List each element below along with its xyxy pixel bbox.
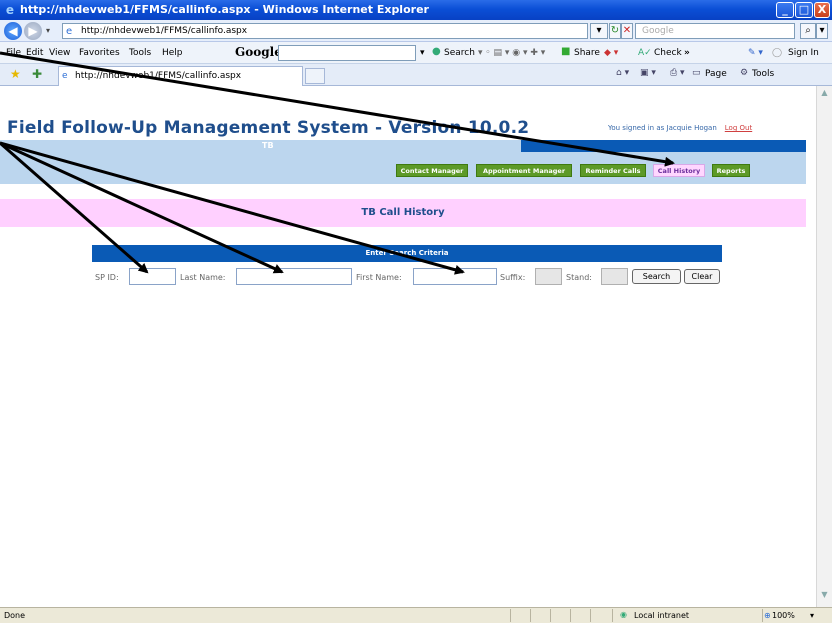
sp-id-label: SP ID:: [95, 273, 119, 282]
status-bar: Done ◉ Local intranet ⊕ 100% ▾: [0, 607, 832, 623]
share-icon: ■: [561, 46, 571, 57]
address-url: http://nhdevweb1/FFMS/callinfo.aspx: [81, 26, 248, 36]
clear-button[interactable]: Clear: [684, 269, 720, 284]
security-zone: Local intranet: [634, 611, 690, 620]
google-search-button[interactable]: Search: [444, 48, 475, 58]
status-divider: [612, 609, 613, 622]
window-title: http://nhdevweb1/FFMS/callinfo.aspx - Wi…: [20, 3, 429, 16]
signed-in-text: You signed in as Jacquie Hogan: [608, 124, 717, 132]
google-search-icon: ●: [432, 46, 441, 57]
spellcheck-icon: A✓: [638, 48, 652, 58]
menu-edit[interactable]: Edit: [26, 48, 43, 58]
sp-id-input[interactable]: [129, 268, 176, 285]
page-menu[interactable]: Page: [705, 69, 727, 79]
section-label: TB: [262, 141, 274, 150]
nav-contact-manager[interactable]: Contact Manager: [396, 164, 468, 177]
tools-menu[interactable]: Tools: [752, 69, 774, 79]
tab-label: http://nhdevweb1/FFMS/callinfo.aspx: [75, 71, 242, 81]
section-band-dark: [521, 140, 806, 152]
app-title: Field Follow-Up Management System - Vers…: [7, 118, 530, 138]
add-favorites-icon[interactable]: ✚: [32, 67, 42, 81]
signin-icon: ◯: [772, 48, 783, 58]
status-divider: [590, 609, 591, 622]
menu-file[interactable]: File: [6, 48, 21, 58]
tab-page-icon: e: [62, 71, 68, 81]
status-divider: [510, 609, 511, 622]
maximize-button[interactable]: □: [795, 2, 813, 18]
search-criteria-header: Enter Search Criteria: [92, 245, 722, 262]
browser-search-input[interactable]: Google: [635, 23, 795, 39]
menu-view[interactable]: View: [49, 48, 70, 58]
vertical-scrollbar[interactable]: ▲ ▼: [816, 86, 832, 607]
status-divider: [550, 609, 551, 622]
favorites-star-icon[interactable]: ★: [10, 67, 21, 81]
print-icon[interactable]: ⎙ ▾: [670, 68, 685, 78]
share-button[interactable]: Share: [574, 48, 600, 58]
last-name-label: Last Name:: [180, 273, 226, 282]
forward-button[interactable]: ▶: [24, 22, 42, 40]
suffix-label: Suffix:: [500, 273, 526, 282]
close-button[interactable]: X: [814, 2, 830, 18]
zoom-level[interactable]: 100%: [772, 611, 795, 620]
ie-icon: e: [5, 3, 15, 17]
menu-favorites[interactable]: Favorites: [79, 48, 120, 58]
address-dropdown-icon[interactable]: ▾: [590, 23, 608, 39]
google-search-dropdown-icon[interactable]: ▾: [420, 48, 425, 58]
address-input[interactable]: e http://nhdevweb1/FFMS/callinfo.aspx: [62, 23, 588, 39]
sign-in-link[interactable]: Sign In: [788, 48, 819, 58]
check-button[interactable]: Check: [654, 48, 682, 58]
tools-menu-icon: ⚙: [740, 68, 749, 78]
google-logo: Google: [235, 45, 282, 59]
scroll-up-icon[interactable]: ▲: [819, 88, 830, 101]
address-toolbar: ◀ ▶ ▾ e http://nhdevweb1/FFMS/callinfo.a…: [0, 20, 832, 42]
toolbar-extra-icons[interactable]: ▾ ◦ ▤ ▾ ◉ ▾ ✚ ▾: [478, 48, 545, 58]
first-name-label: First Name:: [356, 273, 402, 282]
window-title-bar: e http://nhdevweb1/FFMS/callinfo.aspx - …: [0, 0, 832, 20]
page-header: TB Call History: [0, 199, 806, 227]
logout-link[interactable]: Log Out: [725, 124, 752, 132]
menu-bar: File Edit View Favorites Tools Help Goog…: [0, 42, 832, 64]
feeds-icon[interactable]: ▣ ▾: [640, 68, 656, 78]
status-divider: [530, 609, 531, 622]
zoom-dropdown-icon[interactable]: ▾: [810, 611, 814, 620]
wrench-icon[interactable]: ✎ ▾: [748, 48, 763, 58]
back-button[interactable]: ◀: [4, 22, 22, 40]
tab-bar: ★ ✚ e http://nhdevweb1/FFMS/callinfo.asp…: [0, 64, 832, 86]
stand-input[interactable]: [601, 268, 628, 285]
zoom-icon: ⊕: [764, 611, 771, 620]
status-divider: [570, 609, 571, 622]
more-button[interactable]: »: [684, 48, 690, 58]
search-button[interactable]: Search: [632, 269, 681, 284]
new-tab-button[interactable]: [305, 68, 325, 84]
stop-icon[interactable]: ✕: [621, 23, 633, 39]
scroll-down-icon[interactable]: ▼: [819, 590, 830, 603]
first-name-input[interactable]: [413, 268, 497, 285]
minimize-button[interactable]: _: [776, 2, 794, 18]
stand-label: Stand:: [566, 273, 592, 282]
refresh-icon[interactable]: ↻: [609, 23, 621, 39]
status-divider: [762, 609, 763, 622]
section-band: TB: [0, 140, 806, 152]
nav-call-history[interactable]: Call History: [653, 164, 705, 177]
intranet-icon: ◉: [620, 610, 627, 619]
tab-callinfo[interactable]: e http://nhdevweb1/FFMS/callinfo.aspx: [58, 66, 303, 86]
search-icon[interactable]: ⌕: [800, 23, 816, 39]
search-options-icon[interactable]: ▾: [816, 23, 828, 39]
nav-appointment-manager[interactable]: Appointment Manager: [476, 164, 572, 177]
suffix-input[interactable]: [535, 268, 562, 285]
signed-in-info: You signed in as Jacquie Hogan Log Out: [608, 124, 752, 132]
page-menu-icon: ▭: [692, 68, 701, 78]
menu-tools[interactable]: Tools: [129, 48, 151, 58]
menu-help[interactable]: Help: [162, 48, 183, 58]
page-icon: e: [66, 26, 73, 37]
last-name-input[interactable]: [236, 268, 352, 285]
home-icon[interactable]: ⌂ ▾: [616, 68, 629, 78]
nav-reminder-calls[interactable]: Reminder Calls: [580, 164, 646, 177]
bookmark-icon[interactable]: ◆ ▾: [604, 48, 618, 58]
google-search-input[interactable]: [278, 45, 416, 61]
nav-reports[interactable]: Reports: [712, 164, 750, 177]
status-text: Done: [4, 611, 26, 620]
history-dropdown-icon[interactable]: ▾: [46, 26, 50, 35]
